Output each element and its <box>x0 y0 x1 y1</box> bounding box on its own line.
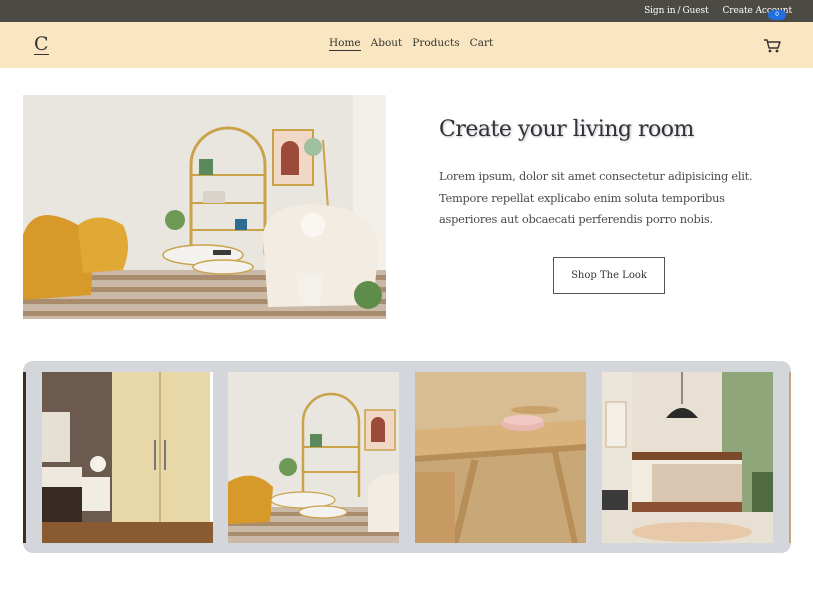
nav-link-cart[interactable]: Cart <box>470 37 494 51</box>
nav-link-about[interactable]: About <box>371 37 403 51</box>
carousel-partial-left-slide <box>23 372 26 543</box>
nav-link-products[interactable]: Products <box>412 37 459 51</box>
image-carousel[interactable] <box>23 361 791 553</box>
nav-link-home[interactable]: Home <box>329 37 361 51</box>
navbar: C Home About Products Cart <box>0 22 813 68</box>
sign-in-link[interactable]: Sign in / Guest <box>644 6 709 16</box>
cart-icon[interactable] <box>763 38 783 54</box>
cart-count-badge: 0 <box>768 10 786 20</box>
hero-living-room-image <box>23 95 386 319</box>
carousel-slide-living-room[interactable] <box>228 372 399 543</box>
carousel-partial-right-slide <box>789 372 791 543</box>
sign-in-label: Sign in <box>644 6 676 16</box>
top-bar: Sign in / Guest Create Account <box>0 0 813 22</box>
carousel-slide-green-bedroom[interactable] <box>602 372 773 543</box>
carousel-slide-dining-table[interactable] <box>415 372 586 543</box>
shop-the-look-button[interactable]: Shop The Look <box>553 257 665 294</box>
nav-links: Home About Products Cart <box>329 37 493 51</box>
carousel-slide-bedroom-wardrobe[interactable] <box>42 372 213 543</box>
hero-description: Lorem ipsum, dolor sit amet consectetur … <box>439 169 753 226</box>
hero-title: Create your living room <box>439 117 694 142</box>
logo[interactable]: C <box>34 34 49 55</box>
guest-label: Guest <box>682 6 709 16</box>
separator: / <box>677 6 681 16</box>
